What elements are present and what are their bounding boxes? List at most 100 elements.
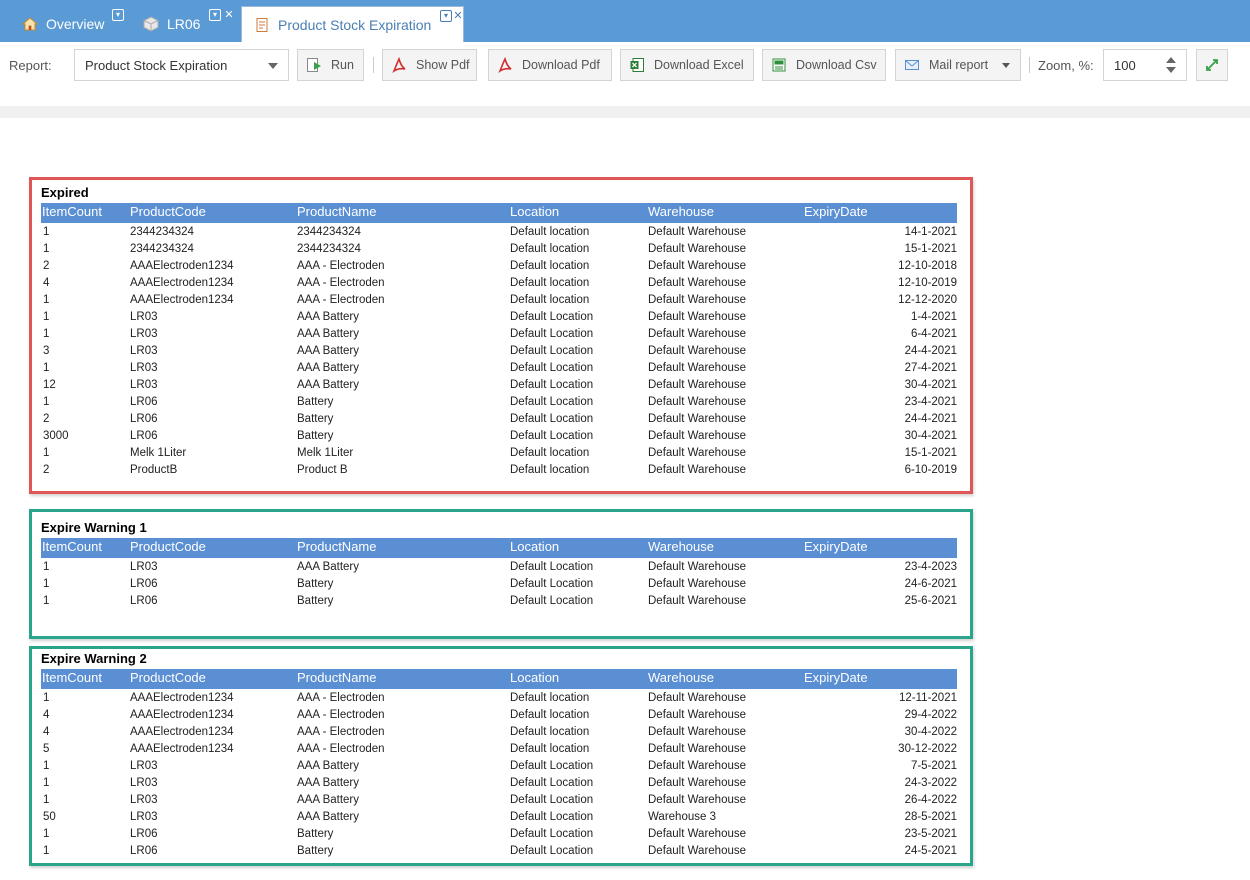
table-cell: Default Warehouse (648, 709, 747, 721)
table-cell: 1 (43, 243, 50, 255)
table-cell: LR06 (130, 413, 158, 425)
table-cell: Default Warehouse (648, 743, 747, 755)
table-cell: 2 (43, 413, 50, 425)
tab-menu-icon[interactable]: ▾ (440, 10, 452, 22)
tab-menu-icon[interactable]: ▾ (209, 9, 221, 21)
table-cell: Default Warehouse (648, 311, 747, 323)
section-expire-warning-1: Expire Warning 1 ItemCount ProductCode P… (29, 509, 973, 639)
report-select[interactable]: Product Stock Expiration (74, 49, 289, 81)
table-cell: Default location (510, 277, 590, 289)
table-cell: 29-4-2022 (904, 709, 957, 721)
table-cell: Battery (297, 578, 334, 590)
table-cell: 1 (43, 396, 50, 408)
table-row: 1 AAAElectroden1234 AAA - Electroden Defaul… (41, 691, 957, 708)
toolbar-divider (373, 57, 374, 73)
tab-label: Product Stock Expiration (278, 17, 432, 33)
table-cell: Default Location (510, 578, 594, 590)
table-cell: Default location (510, 226, 590, 238)
table-cell: 4 (43, 277, 50, 289)
stepper-down-icon[interactable] (1166, 67, 1176, 73)
table-cell: AAA - Electroden (297, 726, 385, 738)
table-cell: 30-4-2021 (904, 430, 957, 442)
table-cell: 15-1-2021 (904, 447, 957, 459)
table-cell: AAAElectroden1234 (130, 277, 234, 289)
table-cell: Default Warehouse (648, 692, 747, 704)
column-header: Warehouse (648, 204, 714, 219)
table-row: 1 LR03 AAA Battery Default Location Default … (41, 310, 957, 327)
table-cell: Default Warehouse (648, 726, 747, 738)
tab-product-stock-expiration[interactable]: Product Stock Expiration ▾ ✕ (241, 6, 464, 43)
column-header: Location (510, 204, 560, 219)
tab-bar: Overview ▾ LR06 ▾ ✕ Product Stock Expira… (0, 0, 1250, 43)
table-cell: Default location (510, 243, 590, 255)
table-cell: AAA - Electroden (297, 692, 385, 704)
stepper-up-icon[interactable] (1166, 57, 1176, 63)
table-cell: Default Warehouse (648, 294, 747, 306)
column-header: ItemCount (42, 670, 102, 685)
tab-lr06[interactable]: LR06 ▾ ✕ (143, 6, 238, 42)
table-row: 2 ProductB Product B Default location Defaul… (41, 463, 957, 480)
table-cell: Default location (510, 294, 590, 306)
table-row: 4 AAAElectroden1234 AAA - Electroden Defaul… (41, 725, 957, 742)
table-cell: 24-6-2021 (904, 578, 957, 590)
csv-icon (772, 58, 786, 72)
pdf-icon (498, 57, 512, 73)
table-cell: 30-4-2021 (904, 379, 957, 391)
table-cell: Default Warehouse (648, 760, 747, 772)
table-cell: AAAElectroden1234 (130, 709, 234, 721)
table-cell: Default location (510, 726, 590, 738)
table-cell: 5 (43, 743, 50, 755)
mail-report-button[interactable]: Mail report (895, 49, 1021, 81)
table-cell: LR03 (130, 379, 158, 391)
download-pdf-button[interactable]: Download Pdf (488, 49, 612, 81)
table-cell: Default Location (510, 413, 594, 425)
tab-menu-icon[interactable]: ▾ (112, 9, 124, 21)
table-cell: 1 (43, 311, 50, 323)
table-cell: 50 (43, 811, 56, 823)
table-cell: 1 (43, 828, 50, 840)
table-cell: LR03 (130, 811, 158, 823)
table-cell: LR03 (130, 561, 158, 573)
run-button[interactable]: Run (297, 49, 364, 81)
download-excel-button[interactable]: Download Excel (620, 49, 754, 81)
table-cell: Default Warehouse (648, 777, 747, 789)
table-cell: Battery (297, 430, 334, 442)
tab-overview[interactable]: Overview ▾ (22, 6, 130, 42)
table-row: 1 2344234324 2344234324 Default location Def… (41, 225, 957, 242)
fullscreen-button[interactable] (1196, 49, 1228, 81)
table-row: 1 LR06 Battery Default Location Default Ware… (41, 594, 957, 611)
table-row: 1 LR06 Battery Default Location Default Ware… (41, 577, 957, 594)
table-cell: Default location (510, 743, 590, 755)
table-cell: Default Location (510, 777, 594, 789)
expand-icon (1206, 59, 1218, 71)
table-cell: 1 (43, 328, 50, 340)
table-cell: LR06 (130, 595, 158, 607)
table-cell: 26-4-2022 (904, 794, 957, 806)
table-cell: 24-4-2021 (904, 345, 957, 357)
show-pdf-button[interactable]: Show Pdf (382, 49, 477, 81)
table-cell: Default Location (510, 345, 594, 357)
download-csv-button[interactable]: Download Csv (762, 49, 886, 81)
table-cell: LR03 (130, 311, 158, 323)
column-header: ExpiryDate (804, 670, 868, 685)
close-icon[interactable]: ✕ (223, 9, 235, 21)
show-pdf-label: Show Pdf (416, 58, 470, 72)
column-header: ItemCount (42, 204, 102, 219)
table-cell: AAA Battery (297, 345, 360, 357)
table-cell: Default Location (510, 845, 594, 857)
table-row: 4 AAAElectroden1234 AAA - Electroden Defaul… (41, 708, 957, 725)
close-icon[interactable]: ✕ (452, 10, 464, 22)
table-cell: Default Location (510, 760, 594, 772)
table-header: ItemCount ProductCode ProductName Locati… (41, 669, 957, 689)
column-header: ExpiryDate (804, 204, 868, 219)
table-cell: AAA - Electroden (297, 294, 385, 306)
table-cell: Default location (510, 692, 590, 704)
table-cell: AAA Battery (297, 760, 360, 772)
table-cell: Default location (510, 709, 590, 721)
zoom-stepper[interactable]: 100 (1103, 49, 1187, 81)
table-cell: 1-4-2021 (910, 311, 957, 323)
table-cell: 30-4-2022 (904, 726, 957, 738)
zoom-value: 100 (1114, 57, 1136, 73)
table-cell: Default Location (510, 396, 594, 408)
table-cell: AAA Battery (297, 362, 360, 374)
